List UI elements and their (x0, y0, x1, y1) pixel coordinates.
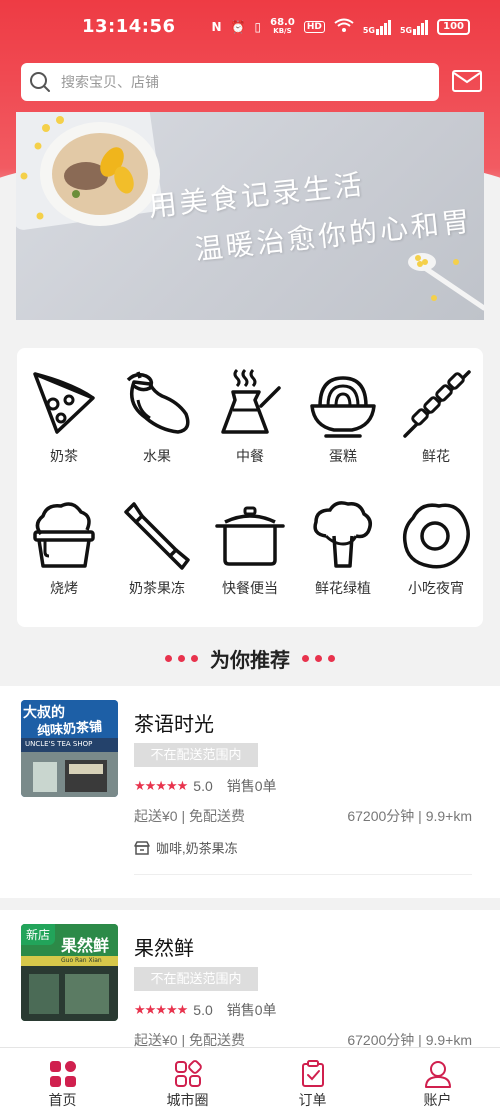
category-label: 中餐 (236, 448, 264, 464)
star-rating-icon: ★★★★★ (134, 778, 188, 793)
category-label: 奶茶 (50, 448, 78, 464)
shop-thumbnail: 大叔的 纯味奶茶铺 UNCLE'S TEA SHOP (21, 700, 118, 797)
delivery-fee: 起送¥0 | 免配送费 (134, 808, 245, 824)
delivery-range-badge: 不在配送范围内 (134, 743, 258, 767)
net-speed: 68.0 KB/S (270, 17, 295, 36)
eggplant-icon (126, 371, 190, 434)
signal-icon-1: 5G (363, 19, 391, 35)
shop-name: 茶语时光 (134, 714, 214, 736)
category-item-1[interactable]: 水果 (110, 366, 204, 466)
shop-tags: 咖啡,奶茶果冻 (134, 838, 238, 857)
nav-label: 首页 (48, 1092, 77, 1108)
search-input[interactable] (61, 74, 401, 90)
fried-egg-icon (402, 503, 470, 569)
shop-sign-text: Guo Ran Xian (61, 957, 102, 964)
category-label: 小吃夜宵 (408, 580, 464, 596)
shop-sign-text: UNCLE'S TEA SHOP (25, 740, 93, 748)
category-label: 烧烤 (50, 580, 78, 596)
signal-icon-2: 5G (400, 19, 429, 35)
category-item-8[interactable]: 鲜花绿植 (296, 498, 390, 598)
hd-icon: HD (303, 21, 325, 33)
nav-label: 城市圈 (166, 1092, 209, 1108)
section-title: 为你推荐 (210, 649, 290, 672)
category-item-4[interactable]: 鲜花 (389, 366, 483, 466)
nav-label: 账户 (423, 1092, 452, 1108)
recommend-section-header: 为你推荐 (0, 640, 500, 676)
sales-count: 销售0单 (226, 1002, 277, 1018)
category-label: 快餐便当 (222, 580, 278, 596)
category-item-0[interactable]: 奶茶 (17, 366, 111, 466)
category-item-5[interactable]: 烧烤 (17, 498, 111, 598)
noodle-bowl-icon (310, 376, 376, 438)
category-label: 鲜花绿植 (315, 580, 371, 596)
shop-name: 果然鲜 (134, 938, 194, 960)
category-label: 蛋糕 (329, 448, 357, 464)
star-rating-icon: ★★★★★ (134, 1002, 188, 1017)
divider (134, 874, 472, 875)
kebab-skewer-icon (403, 370, 471, 438)
promo-banner[interactable]: 用美食记录生活 温暖治愈你的心和胃 (16, 112, 484, 320)
shop-sign-text: 果然鲜 (61, 936, 110, 955)
shop-card[interactable]: 新店 果然鲜 Guo Ran Xian 果然鲜 不在配送范围内 ★★★★★ 5.… (0, 910, 500, 1047)
candy-icon (124, 502, 190, 570)
coffee-pot-icon (221, 368, 281, 434)
status-icons: N ⏰ ▯ 68.0 KB/S HD 5G 5G 100 (212, 18, 470, 36)
nav-label: 订单 (298, 1092, 327, 1108)
category-label: 奶茶果冻 (129, 580, 185, 596)
category-label: 水果 (143, 448, 171, 464)
shop-category-tags: 咖啡,奶茶果冻 (156, 841, 238, 856)
city-circle-icon (174, 1060, 202, 1087)
ice-cream-bucket-icon (33, 502, 95, 568)
bottom-nav: 首页 城市圈 订单 账户 (0, 1047, 500, 1116)
rating-value: 5.0 (193, 1002, 213, 1018)
nav-item-account[interactable]: 账户 (375, 1048, 500, 1116)
shop-delivery-info: 起送¥0 | 免配送费 67200分钟 | 9.9+km (134, 1030, 472, 1047)
account-person-icon (424, 1061, 451, 1088)
shop-delivery-info: 起送¥0 | 免配送费 67200分钟 | 9.9+km (134, 806, 472, 826)
pizza-slice-icon (33, 372, 95, 434)
search-bar[interactable] (21, 63, 439, 101)
status-bar: 13:14:56 N ⏰ ▯ 68.0 KB/S HD 5G 5G 100 (0, 0, 500, 58)
home-grid-icon (49, 1061, 76, 1087)
battery-icon: 100 (437, 19, 470, 35)
alarm-icon: ⏰ (230, 20, 246, 34)
nav-item-orders[interactable]: 订单 (250, 1048, 375, 1116)
category-grid: 奶茶 水果 中餐 蛋糕 鲜花 烧烤 奶茶果冻 快餐便当 鲜花绿植 小吃夜宵 (17, 348, 483, 627)
category-label: 鲜花 (422, 448, 450, 464)
category-item-7[interactable]: 快餐便当 (203, 498, 297, 598)
search-icon (30, 72, 50, 92)
shop-icon (134, 840, 150, 855)
category-item-6[interactable]: 奶茶果冻 (110, 498, 204, 598)
cooking-pot-icon (215, 506, 285, 566)
nav-item-home[interactable]: 首页 (0, 1048, 125, 1116)
vibrate-icon: ▯ (254, 20, 262, 34)
category-item-3[interactable]: 蛋糕 (296, 366, 390, 466)
order-clipboard-icon (301, 1060, 324, 1087)
category-item-9[interactable]: 小吃夜宵 (389, 498, 483, 598)
decor-dots-left (165, 654, 198, 662)
delivery-distance: 67200分钟 | 9.9+km (347, 1032, 472, 1047)
shop-rating: ★★★★★ 5.0 销售0单 (134, 776, 277, 796)
mail-icon[interactable] (452, 70, 482, 92)
rating-value: 5.0 (193, 778, 213, 794)
broccoli-icon (313, 501, 372, 568)
delivery-distance: 67200分钟 | 9.9+km (347, 808, 472, 824)
wifi-icon (334, 18, 354, 36)
new-shop-badge: 新店 (21, 924, 56, 945)
sales-count: 销售0单 (226, 778, 277, 794)
category-item-2[interactable]: 中餐 (203, 366, 297, 466)
shop-thumbnail: 新店 果然鲜 Guo Ran Xian (21, 924, 118, 1021)
nfc-icon: N (211, 20, 222, 34)
shop-card[interactable]: 大叔的 纯味奶茶铺 UNCLE'S TEA SHOP 茶语时光 不在配送范围内 … (0, 686, 500, 898)
delivery-fee: 起送¥0 | 免配送费 (134, 1032, 245, 1047)
status-time: 13:14:56 (82, 16, 176, 37)
nav-item-city[interactable]: 城市圈 (125, 1048, 250, 1116)
decor-dots-right (302, 654, 335, 662)
shop-rating: ★★★★★ 5.0 销售0单 (134, 1000, 277, 1020)
delivery-range-badge: 不在配送范围内 (134, 967, 258, 991)
